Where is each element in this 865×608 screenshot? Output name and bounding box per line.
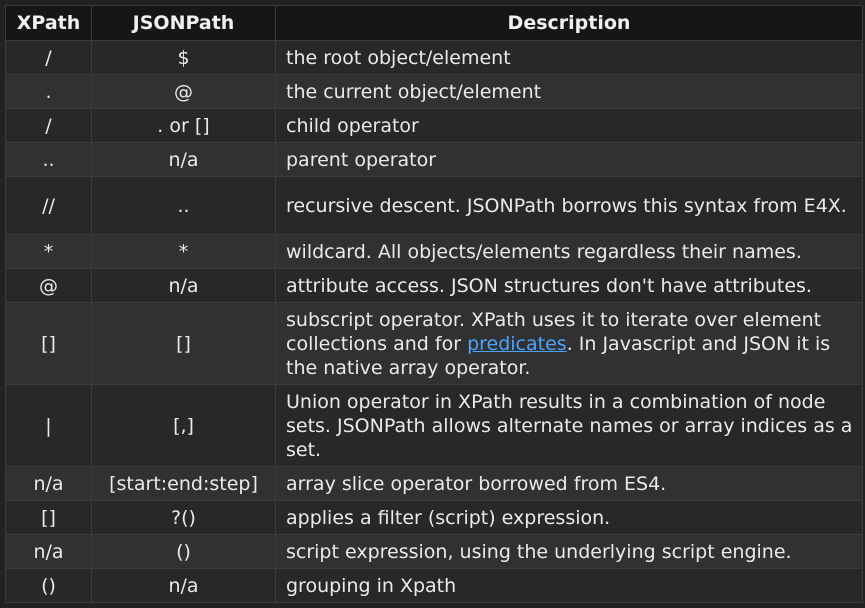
jsonpath-cell: () — [91, 534, 276, 569]
description-cell: array slice operator borrowed from ES4. — [275, 466, 863, 501]
jsonpath-cell: . or [] — [91, 108, 276, 143]
description-cell: parent operator — [275, 142, 863, 177]
predicates-link[interactable]: predicates — [467, 333, 567, 355]
column-header-jsonpath: JSONPath — [91, 5, 276, 41]
xpath-cell: n/a — [5, 534, 92, 569]
table-row: [] ?() applies a filter (script) express… — [5, 500, 863, 535]
xpath-cell: | — [5, 384, 92, 467]
table-row: | [,] Union operator in XPath results in… — [5, 384, 863, 467]
jsonpath-cell: n/a — [91, 568, 276, 603]
jsonpath-cell: @ — [91, 74, 276, 109]
table-row: [] [] subscript operator. XPath uses it … — [5, 302, 863, 385]
xpath-cell: / — [5, 40, 92, 75]
header-row: XPath JSONPath Description — [5, 5, 863, 41]
table-container: XPath JSONPath Description / $ the root … — [5, 5, 863, 603]
jsonpath-cell: [start:end:step] — [91, 466, 276, 501]
table-body: / $ the root object/element . @ the curr… — [5, 40, 863, 603]
jsonpath-cell: [] — [91, 302, 276, 385]
xpath-cell: * — [5, 234, 92, 269]
table-row: n/a [start:end:step] array slice operato… — [5, 466, 863, 501]
table-header: XPath JSONPath Description — [5, 5, 863, 41]
description-cell: wildcard. All objects/elements regardles… — [275, 234, 863, 269]
jsonpath-cell: $ — [91, 40, 276, 75]
table-row: / $ the root object/element — [5, 40, 863, 75]
xpath-cell: . — [5, 74, 92, 109]
description-cell: grouping in Xpath — [275, 568, 863, 603]
description-cell: the current object/element — [275, 74, 863, 109]
description-cell: attribute access. JSON structures don't … — [275, 268, 863, 303]
table-row: . @ the current object/element — [5, 74, 863, 109]
jsonpath-cell: n/a — [91, 142, 276, 177]
xpath-jsonpath-table: XPath JSONPath Description / $ the root … — [5, 5, 863, 603]
description-cell: applies a filter (script) expression. — [275, 500, 863, 535]
description-cell: recursive descent. JSONPath borrows this… — [275, 176, 863, 235]
column-header-description: Description — [275, 5, 863, 41]
jsonpath-cell: [,] — [91, 384, 276, 467]
jsonpath-cell: * — [91, 234, 276, 269]
xpath-cell: / — [5, 108, 92, 143]
jsonpath-cell: .. — [91, 176, 276, 235]
description-cell: script expression, using the underlying … — [275, 534, 863, 569]
description-cell: child operator — [275, 108, 863, 143]
xpath-cell: () — [5, 568, 92, 603]
table-row: // .. recursive descent. JSONPath borrow… — [5, 176, 863, 235]
table-row: .. n/a parent operator — [5, 142, 863, 177]
xpath-cell: @ — [5, 268, 92, 303]
table-row: () n/a grouping in Xpath — [5, 568, 863, 603]
jsonpath-cell: n/a — [91, 268, 276, 303]
description-cell: Union operator in XPath results in a com… — [275, 384, 863, 467]
table-row: @ n/a attribute access. JSON structures … — [5, 268, 863, 303]
xpath-cell: n/a — [5, 466, 92, 501]
table-row: * * wildcard. All objects/elements regar… — [5, 234, 863, 269]
table-row: n/a () script expression, using the unde… — [5, 534, 863, 569]
description-cell: subscript operator. XPath uses it to ite… — [275, 302, 863, 385]
xpath-cell: // — [5, 176, 92, 235]
xpath-cell: [] — [5, 500, 92, 535]
description-cell: the root object/element — [275, 40, 863, 75]
table-row: / . or [] child operator — [5, 108, 863, 143]
xpath-cell: [] — [5, 302, 92, 385]
xpath-cell: .. — [5, 142, 92, 177]
jsonpath-cell: ?() — [91, 500, 276, 535]
column-header-xpath: XPath — [5, 5, 92, 41]
